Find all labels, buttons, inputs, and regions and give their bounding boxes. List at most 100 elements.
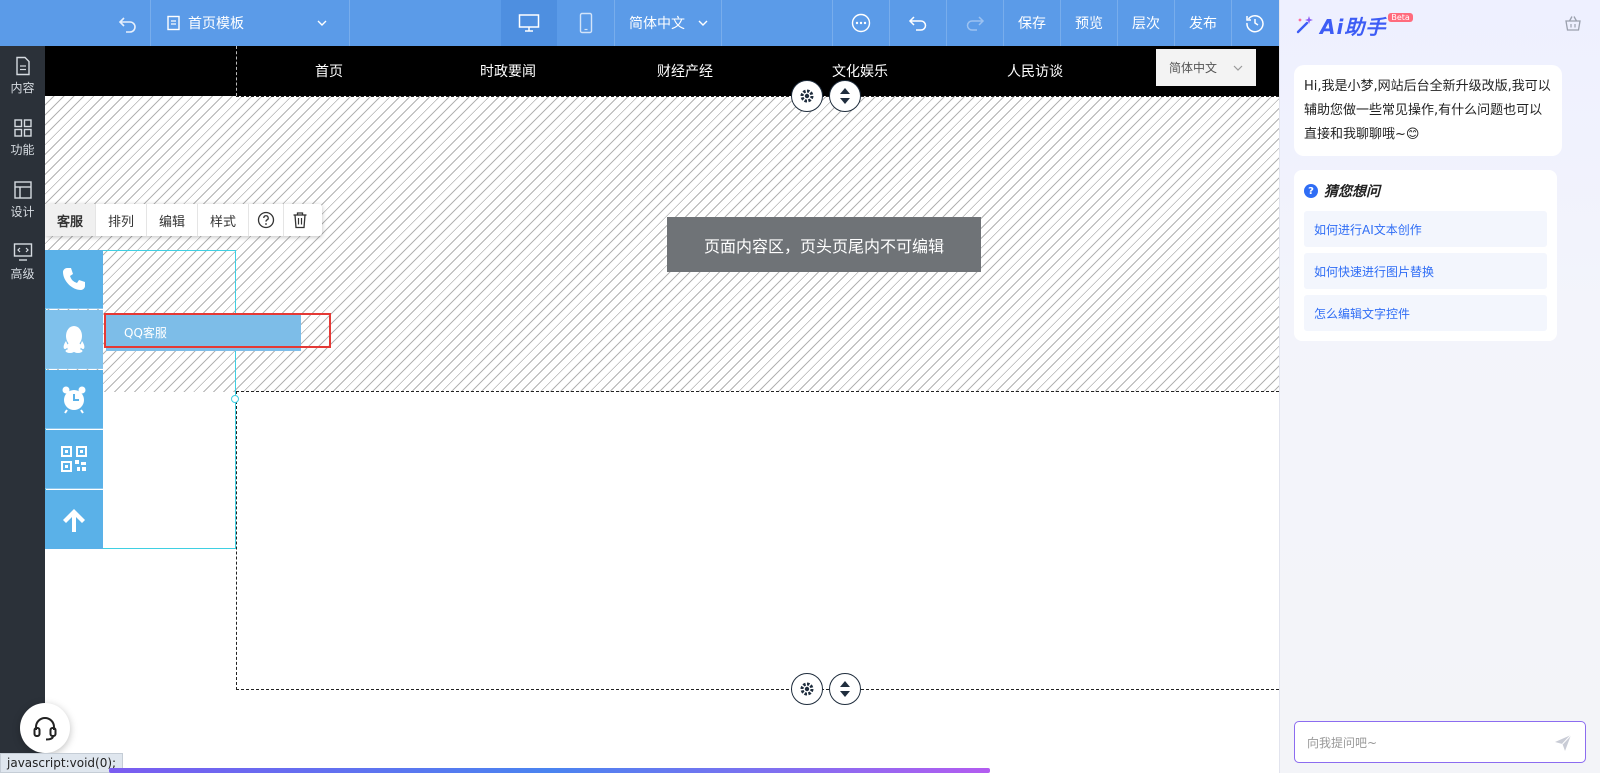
nav-item-politics[interactable]: 时政要闻	[480, 46, 536, 96]
suggested-questions-card: ? 猜您想问 如何进行AI文本创作 如何快速进行图片替换 怎么编辑文字控件	[1294, 170, 1557, 341]
widget-toolbar: 客服 排列 编辑 样式	[45, 204, 322, 236]
tab-arrange[interactable]: 排列	[96, 204, 148, 236]
cs-working-hours-button[interactable]	[45, 370, 103, 429]
preview-button[interactable]: 预览	[1061, 0, 1117, 46]
section-settings-button[interactable]	[791, 673, 823, 705]
mobile-view-button[interactable]	[558, 0, 614, 46]
assistant-greeting-message: Hi,我是小梦,网站后台全新升级改版,我可以辅助您做一些常见操作,有什么问题也可…	[1294, 65, 1562, 156]
headset-icon	[33, 717, 57, 741]
publish-button[interactable]: 发布	[1175, 0, 1231, 46]
template-select-label: 首页模板	[188, 16, 244, 32]
delete-button[interactable]	[284, 204, 316, 236]
sidebar-item-label: 高级	[10, 267, 35, 281]
section-move-button[interactable]	[829, 673, 861, 705]
layers-button[interactable]: 层次	[1118, 0, 1174, 46]
ai-panel-title: Ai助手	[1320, 14, 1387, 39]
beta-badge: Beta	[1388, 12, 1413, 22]
ai-panel-basket-button[interactable]	[1564, 14, 1582, 36]
status-bar-url: javascript:void(0);	[0, 753, 124, 773]
sidebar-item-advanced[interactable]: 高级	[0, 232, 45, 292]
sidebar-item-label: 设计	[10, 205, 35, 219]
layout-icon	[13, 181, 32, 199]
back-button[interactable]	[108, 0, 148, 46]
qq-popup-highlight	[104, 313, 331, 348]
document-icon	[15, 56, 30, 76]
support-headset-button[interactable]	[20, 703, 70, 753]
template-select[interactable]: 首页模板	[166, 0, 346, 46]
nav-item-finance[interactable]: 财经产经	[657, 46, 713, 96]
undo-button[interactable]	[890, 0, 946, 46]
tab-edit[interactable]: 编辑	[147, 204, 199, 236]
ai-assistant-panel: Ai助手 Beta Hi,我是小梦,网站后台全新升级改版,我可以辅助您做一些常见…	[1279, 0, 1600, 773]
cs-phone-button[interactable]	[45, 250, 103, 309]
trash-icon	[293, 212, 307, 229]
suggested-question[interactable]: 怎么编辑文字控件	[1304, 295, 1547, 331]
send-icon[interactable]	[1553, 733, 1573, 753]
ai-panel-header: Ai助手 Beta	[1294, 10, 1413, 40]
qrcode-icon	[61, 446, 87, 472]
gear-icon	[800, 89, 814, 103]
language-select-label: 简体中文	[629, 16, 685, 32]
resize-handle[interactable]	[231, 395, 239, 403]
history-button[interactable]	[1232, 0, 1278, 46]
suggested-question[interactable]: 如何进行AI文本创作	[1304, 211, 1547, 247]
site-language-label: 简体中文	[1169, 61, 1218, 75]
suggested-questions-title: 猜您想问	[1324, 184, 1380, 200]
nav-item-home[interactable]: 首页	[315, 46, 343, 96]
section-settings-button[interactable]	[791, 80, 823, 112]
suggested-questions-header: ? 猜您想问	[1304, 180, 1547, 202]
redo-icon	[966, 16, 985, 31]
loading-progress-bar	[109, 768, 990, 773]
magic-wand-icon	[1296, 16, 1313, 34]
sidebar-item-label: 功能	[10, 143, 35, 157]
chevron-down-icon	[698, 20, 708, 26]
undo-arrow-icon	[118, 17, 136, 33]
phone-icon	[63, 268, 85, 290]
history-clock-icon	[1246, 14, 1264, 33]
save-button[interactable]: 保存	[1004, 0, 1060, 46]
sidebar-item-features[interactable]: 功能	[0, 108, 45, 168]
alarm-clock-icon	[62, 386, 86, 414]
gear-icon	[800, 682, 814, 696]
editor-canvas[interactable]: 首页 时政要闻 财经产经 文化娱乐 人民访谈 简体中文 页面内容区，页头页尾内不…	[45, 46, 1279, 773]
sort-arrows-icon	[840, 681, 850, 697]
tab-style[interactable]: 样式	[198, 204, 250, 236]
help-icon	[257, 211, 275, 229]
question-mark-icon: ?	[1304, 184, 1318, 198]
top-toolbar: 首页模板 简体中文 保存 预览 层次 发布	[0, 0, 1279, 46]
sidebar-item-design[interactable]: 设计	[0, 170, 45, 230]
mobile-icon	[579, 12, 593, 34]
ai-question-input[interactable]: 向我提问吧~	[1294, 721, 1586, 763]
grid-icon	[13, 119, 32, 137]
more-options-button[interactable]	[833, 0, 889, 46]
content-area-notice: 页面内容区，页头页尾内不可编辑	[667, 217, 981, 272]
cs-qq-button[interactable]	[45, 310, 103, 369]
basket-icon	[1565, 16, 1581, 31]
cs-qrcode-button[interactable]	[45, 430, 103, 489]
section-move-button[interactable]	[829, 80, 861, 112]
more-dots-icon	[851, 13, 871, 33]
desktop-icon	[518, 14, 540, 32]
sidebar-item-content[interactable]: 内容	[0, 46, 45, 106]
cs-back-to-top-button[interactable]	[45, 490, 103, 549]
tab-customer-service[interactable]: 客服	[45, 204, 97, 236]
arrow-up-icon	[63, 508, 85, 532]
redo-button[interactable]	[947, 0, 1003, 46]
qq-icon	[63, 326, 85, 353]
chevron-down-icon	[1233, 65, 1243, 71]
site-language-select[interactable]: 简体中文	[1156, 49, 1256, 86]
suggested-question[interactable]: 如何快速进行图片替换	[1304, 253, 1547, 289]
desktop-view-button[interactable]	[501, 0, 557, 46]
left-sidebar: 内容 功能 设计 高级	[0, 46, 45, 773]
sort-arrows-icon	[840, 88, 850, 104]
nav-item-interview[interactable]: 人民访谈	[1007, 46, 1063, 96]
ai-question-placeholder: 向我提问吧~	[1307, 735, 1378, 750]
help-button[interactable]	[249, 204, 285, 236]
chevron-down-icon	[317, 20, 327, 26]
code-monitor-icon	[13, 243, 32, 261]
sidebar-item-label: 内容	[10, 81, 35, 95]
page-icon	[167, 15, 180, 31]
language-select[interactable]: 简体中文	[629, 0, 719, 46]
undo-icon	[908, 16, 927, 31]
site-navbar: 首页 时政要闻 财经产经 文化娱乐 人民访谈 简体中文	[45, 46, 1279, 96]
